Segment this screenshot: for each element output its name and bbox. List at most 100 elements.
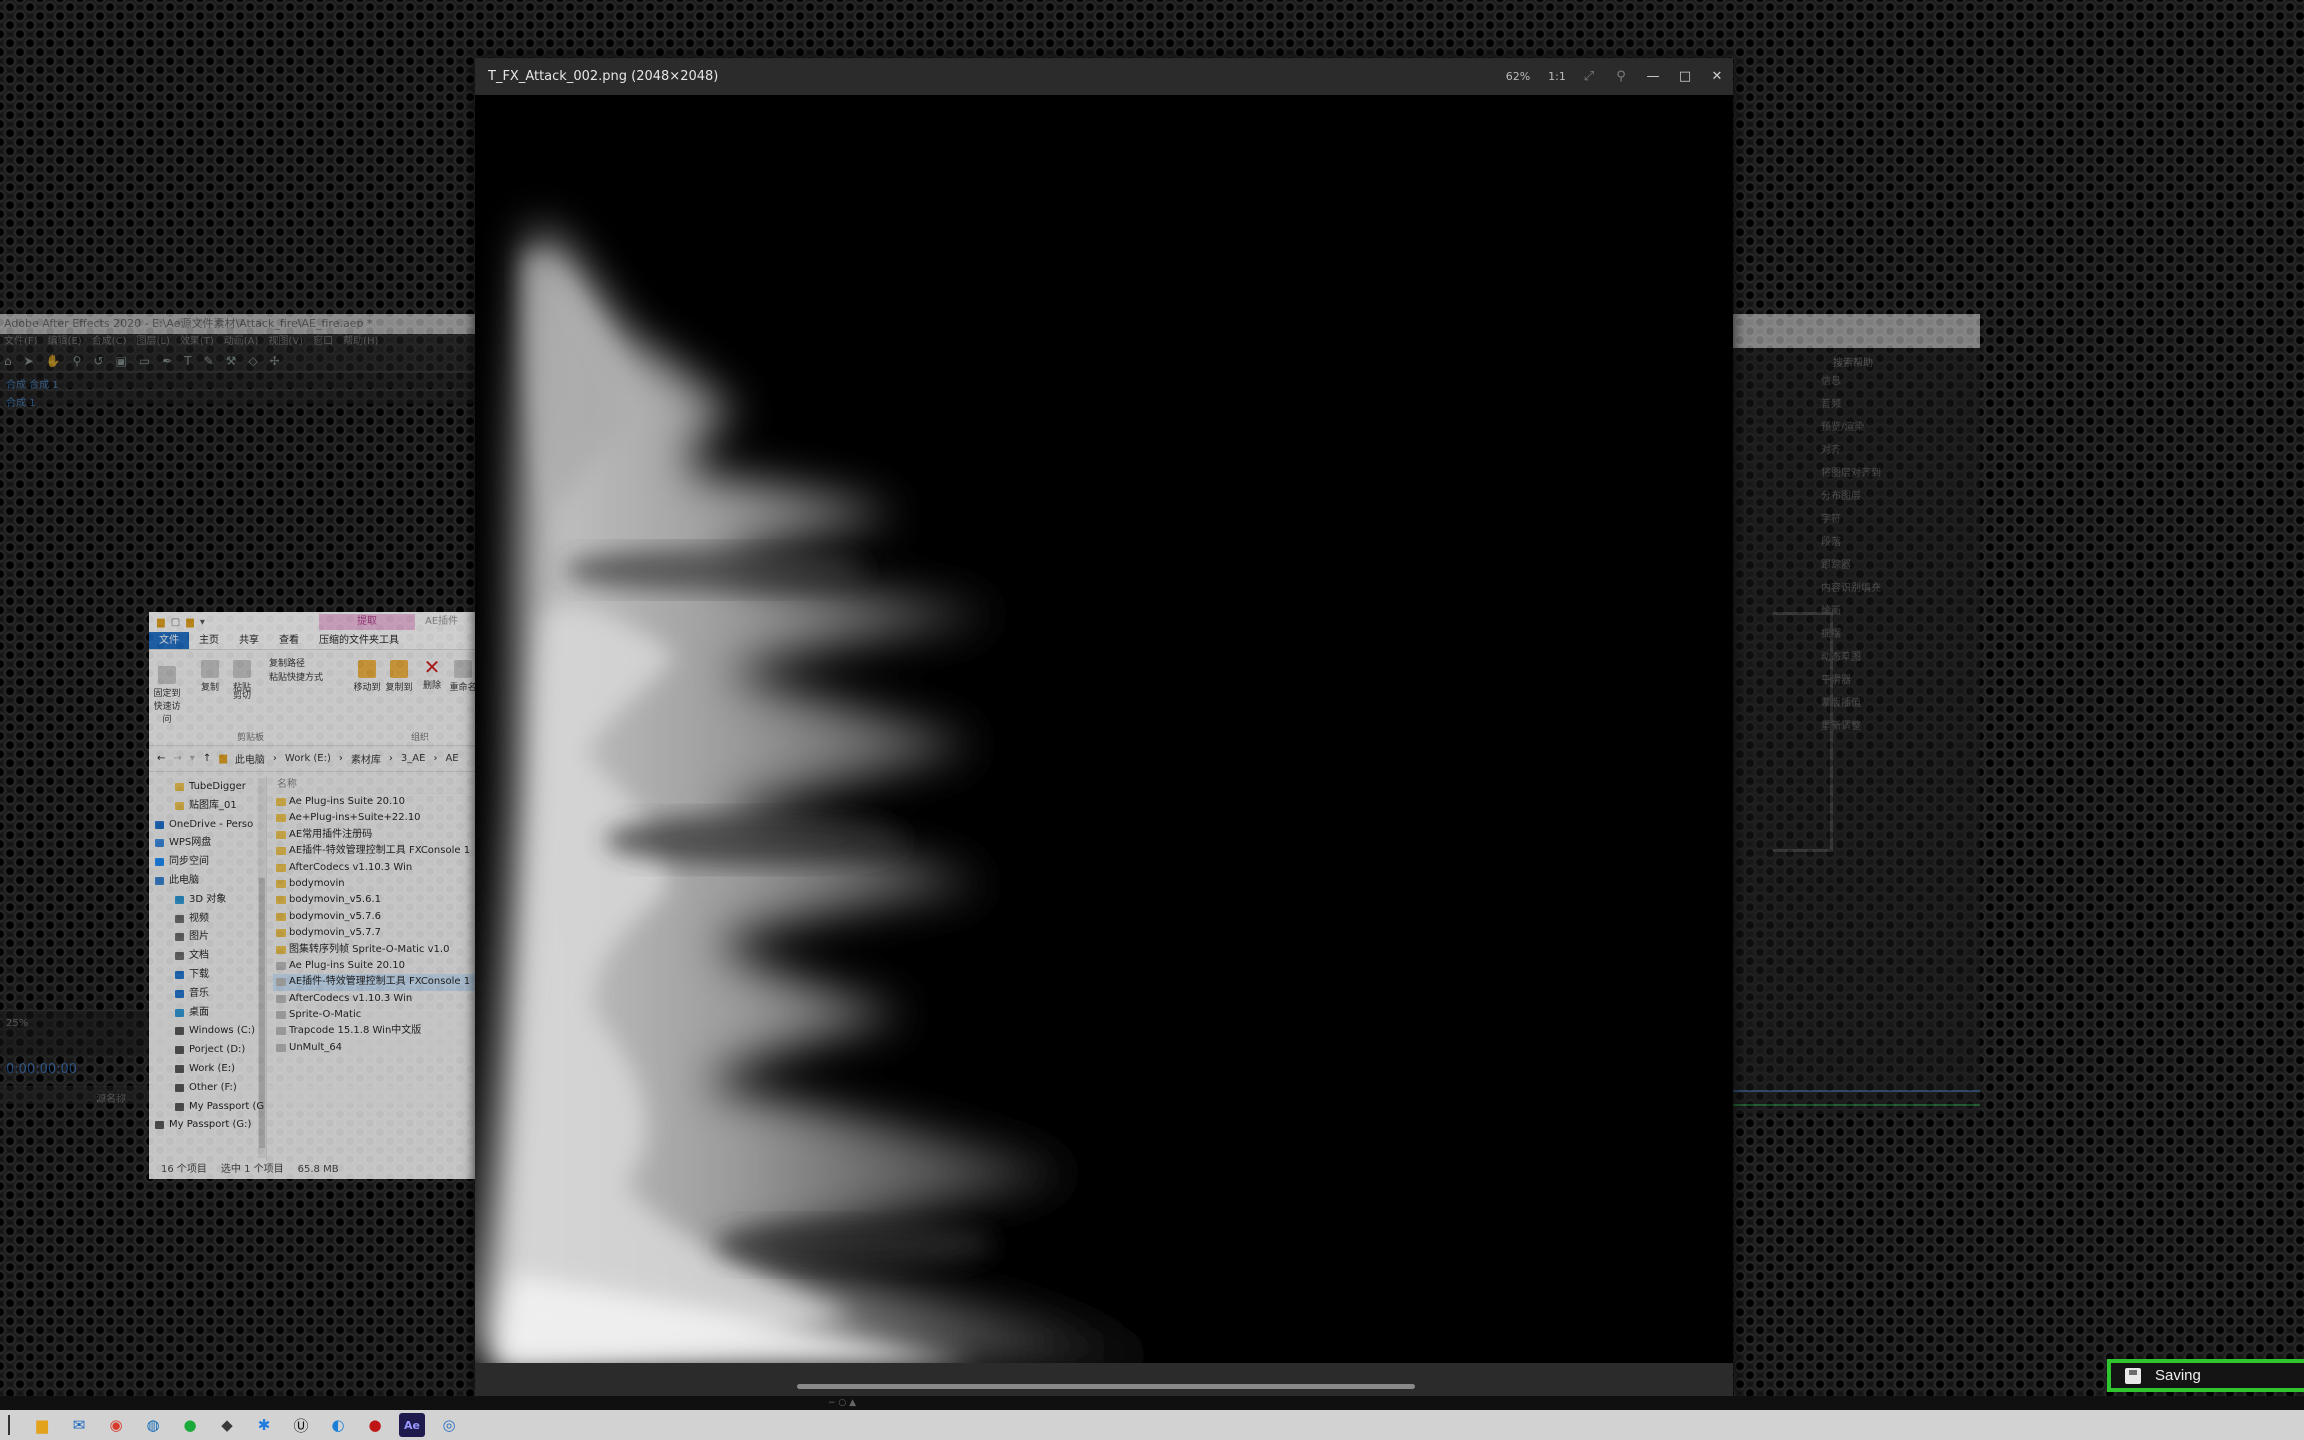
file-row[interactable]: Trapcode 15.1.8 Win中文版: [273, 1023, 476, 1039]
after-effects-icon[interactable]: Ae: [399, 1413, 425, 1437]
ae-panel-item[interactable]: 预览/渲染: [1821, 420, 1881, 435]
eraser-tool-icon[interactable]: ◇: [248, 354, 257, 368]
file-row[interactable]: UnMult_64: [273, 1040, 476, 1056]
file-row[interactable]: AE常用插件注册码: [273, 827, 476, 843]
chevron-down-icon[interactable]: ▾: [200, 617, 205, 628]
file-row[interactable]: AE插件-特效管理控制工具 FXConsole 1: [273, 974, 476, 991]
ae-menu-item[interactable]: 视图(V): [268, 334, 303, 350]
nav-item[interactable]: TubeDigger: [149, 778, 266, 797]
delete-button[interactable]: ✕ 删除: [421, 657, 443, 691]
file-row[interactable]: 图集转序列帧 Sprite-O-Matic v1.0: [273, 942, 476, 958]
pin-quick-access-button[interactable]: 固定到快速访问: [153, 666, 181, 725]
copy-to-button[interactable]: 复制到: [385, 660, 413, 693]
breadcrumb-this-pc[interactable]: 此电脑: [235, 751, 265, 766]
mail-icon[interactable]: ✉: [66, 1413, 92, 1437]
pin-icon[interactable]: ⚲: [1605, 69, 1637, 84]
file-row[interactable]: bodymovin_v5.7.7: [273, 925, 476, 941]
ae-menu-item[interactable]: 文件(F): [4, 334, 38, 350]
file-row[interactable]: bodymovin: [273, 876, 476, 892]
puppet-tool-icon[interactable]: ✢: [270, 354, 280, 368]
ae-panel-item[interactable]: 分布图层: [1821, 489, 1881, 504]
paste-shortcut-button[interactable]: 粘贴快捷方式: [269, 670, 323, 683]
nav-item[interactable]: 此电脑: [149, 872, 266, 891]
nav-item[interactable]: OneDrive - Perso: [149, 816, 266, 835]
image-canvas[interactable]: [475, 95, 1733, 1363]
ae-comp-tab[interactable]: 合成 1: [0, 394, 42, 413]
file-explorer-icon[interactable]: ▆: [29, 1413, 55, 1437]
app-icon[interactable]: ◎: [436, 1413, 462, 1437]
nav-item[interactable]: Porject (D:): [149, 1041, 266, 1060]
network-icon[interactable]: ◆: [214, 1413, 240, 1437]
ae-timecode[interactable]: 0:00:00:00: [6, 1062, 77, 1077]
nav-item[interactable]: Windows (C:): [149, 1022, 266, 1041]
viewer-title-bar[interactable]: T_FX_Attack_002.png (2048×2048) 62% 1:1 …: [475, 58, 1733, 95]
hand-tool-icon[interactable]: ✋: [46, 354, 61, 368]
maximize-icon[interactable]: □: [1669, 69, 1701, 84]
ae-panel-item[interactable]: 字符: [1821, 512, 1881, 527]
ae-search-help[interactable]: 搜索帮助: [1833, 354, 1873, 369]
ribbon-tab-home[interactable]: 主页: [189, 632, 229, 649]
ae-menu-item[interactable]: 合成(C): [92, 334, 127, 350]
fit-window-icon[interactable]: ⤢: [1573, 69, 1605, 84]
extract-context-tab[interactable]: 提取: [319, 614, 415, 630]
nav-item[interactable]: 文档: [149, 947, 266, 966]
nav-item[interactable]: 视频: [149, 910, 266, 929]
recent-icon[interactable]: ▾: [190, 753, 195, 764]
up-icon[interactable]: ↑: [203, 753, 211, 764]
nav-item[interactable]: My Passport (G: [149, 1098, 266, 1117]
file-row[interactable]: Ae Plug-ins Suite 20.10: [273, 958, 476, 974]
pen-tool-icon[interactable]: ✒: [162, 354, 172, 368]
minimize-icon[interactable]: —: [1637, 69, 1669, 84]
new-folder-icon[interactable]: ▆: [186, 617, 194, 628]
ae-panel-item[interactable]: 信息: [1821, 374, 1881, 389]
file-row[interactable]: AfterCodecs v1.10.3 Win: [273, 860, 476, 876]
selection-tool-icon[interactable]: ➤: [24, 354, 34, 368]
brush-tool-icon[interactable]: ✎: [204, 354, 214, 368]
back-icon[interactable]: ←: [157, 753, 165, 764]
rect-tool-icon[interactable]: ▭: [139, 354, 150, 368]
wechat-icon[interactable]: ●: [177, 1413, 203, 1437]
copy-path-button[interactable]: 复制路径: [269, 656, 305, 669]
nav-item[interactable]: 桌面: [149, 1004, 266, 1023]
file-row[interactable]: Ae+Plug-ins+Suite+22.10: [273, 810, 476, 826]
file-row[interactable]: Sprite-O-Matic: [273, 1007, 476, 1023]
nav-item[interactable]: Other (F:): [149, 1079, 266, 1098]
file-row[interactable]: bodymovin_v5.7.6: [273, 909, 476, 925]
ae-panel-item[interactable]: 跟踪器: [1821, 558, 1881, 573]
ae-panel-item[interactable]: 对齐: [1821, 443, 1881, 458]
nav-item[interactable]: WPS网盘: [149, 834, 266, 853]
ae-menu-item[interactable]: 动画(A): [224, 334, 259, 350]
breadcrumb-work-drive[interactable]: Work (E:): [285, 753, 331, 764]
edge-icon[interactable]: ◍: [140, 1413, 166, 1437]
type-tool-icon[interactable]: T: [184, 354, 191, 368]
ae-menu-item[interactable]: 效果(T): [180, 334, 214, 350]
record-icon[interactable]: ●: [362, 1413, 388, 1437]
actual-size-button[interactable]: 1:1: [1541, 70, 1573, 83]
cut-button[interactable]: 剪切: [233, 688, 251, 701]
start-edge[interactable]: [8, 1415, 18, 1435]
zoom-tool-icon[interactable]: ⚲: [73, 354, 82, 368]
horizontal-scrollbar[interactable]: [797, 1384, 1415, 1389]
file-row[interactable]: AE插件-特效管理控制工具 FXConsole 1: [273, 843, 476, 859]
browser-icon[interactable]: ◐: [325, 1413, 351, 1437]
nav-item[interactable]: 下载: [149, 966, 266, 985]
breadcrumb-ae[interactable]: AE: [445, 753, 458, 764]
close-icon[interactable]: ✕: [1701, 69, 1733, 84]
nav-item[interactable]: Work (E:): [149, 1060, 266, 1079]
ribbon-tab-file[interactable]: 文件: [149, 632, 189, 649]
chrome-icon[interactable]: ◉: [103, 1413, 129, 1437]
nav-item[interactable]: 图片: [149, 928, 266, 947]
breadcrumb-library[interactable]: 素材库: [351, 751, 381, 766]
camera-tool-icon[interactable]: ▣: [116, 354, 127, 368]
nav-item[interactable]: 贴图库_01: [149, 797, 266, 816]
breadcrumb-3-ae[interactable]: 3_AE: [401, 753, 426, 764]
zoom-level[interactable]: 62%: [1495, 70, 1541, 83]
forward-icon[interactable]: →: [173, 753, 181, 764]
ae-menu-item[interactable]: 帮助(H): [343, 334, 378, 350]
ae-panel-item[interactable]: 段落: [1821, 535, 1881, 550]
ribbon-tab-view[interactable]: 查看: [269, 632, 309, 649]
ae-menu-item[interactable]: 窗口: [313, 334, 333, 350]
stamp-tool-icon[interactable]: ⚒: [226, 354, 237, 368]
ae-panel-item[interactable]: 内容识别填充: [1821, 581, 1881, 596]
file-row[interactable]: Ae Plug-ins Suite 20.10: [273, 794, 476, 810]
